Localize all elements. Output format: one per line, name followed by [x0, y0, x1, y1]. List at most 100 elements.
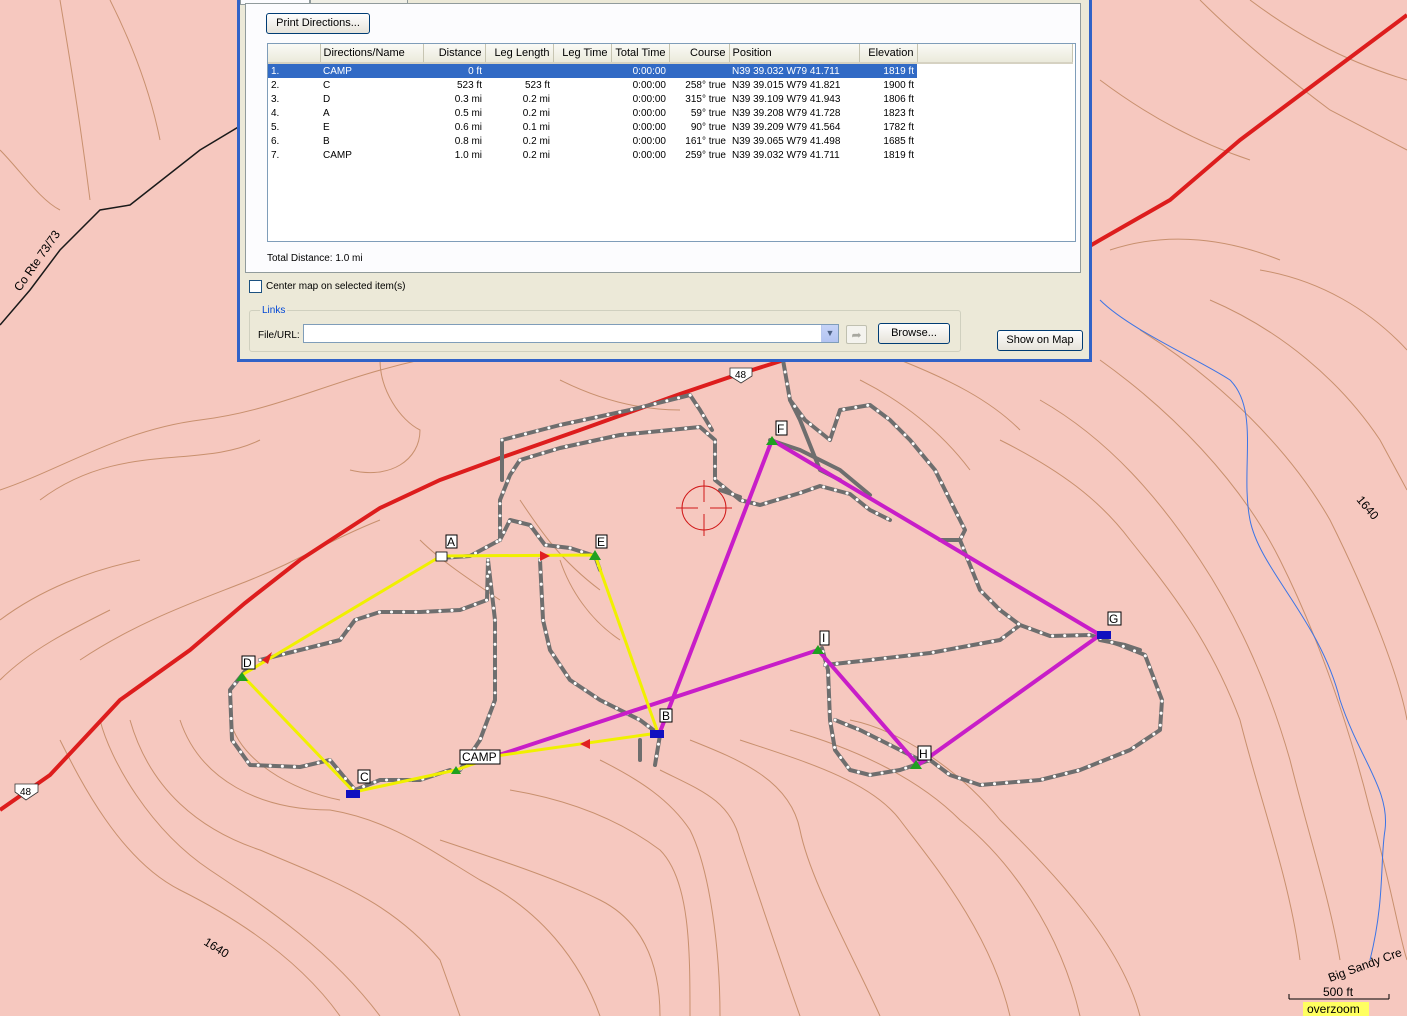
- cell-distance: 0 ft: [423, 63, 485, 78]
- cell-leg-length: 0.2 mi: [522, 107, 550, 119]
- svg-text:F: F: [777, 422, 784, 436]
- file-url-input[interactable]: ▼: [303, 324, 839, 343]
- cell-num: 6.: [271, 135, 280, 147]
- cell-filler: [917, 148, 1072, 162]
- cell-position: N39 39.015 W79 41.821: [732, 79, 841, 91]
- cell-leg-time: [553, 106, 611, 120]
- table-row[interactable]: 3. D 0.3 mi 0.2 mi 0:00:00 315° true N39 39.10…: [268, 92, 1072, 106]
- directions-tab-page: Print Directions... Directions/Name Dist…: [245, 3, 1081, 273]
- cell-course: [669, 63, 729, 78]
- cell-elevation: 1819 ft: [859, 63, 917, 78]
- cell-elevation: 1819 ft: [883, 149, 914, 161]
- table-row[interactable]: 2. C 523 ft 523 ft 0:00:00 258° true N39 39.01…: [268, 78, 1072, 92]
- svg-text:C: C: [360, 770, 369, 784]
- cell-leg-length: 0.2 mi: [522, 135, 550, 147]
- column-header-filler: [917, 44, 1073, 64]
- total-distance: Total Distance: 1.0 mi: [267, 253, 363, 264]
- column-header-course[interactable]: Course: [669, 44, 730, 64]
- cell-leg-time: [553, 148, 611, 162]
- cell-position: N39 39.032 W79 41.711: [732, 149, 840, 161]
- svg-text:D: D: [243, 656, 252, 670]
- table-row[interactable]: 7. CAMP 1.0 mi 0.2 mi 0:00:00 259° true N39 39…: [268, 148, 1072, 162]
- cell-num: 7.: [271, 149, 280, 161]
- cell-leg-time: [553, 120, 611, 134]
- cell-filler: [917, 78, 1072, 92]
- cell-elevation: 1782 ft: [883, 121, 914, 133]
- cell-name: B: [323, 135, 330, 147]
- go-arrow-icon[interactable]: ➦: [846, 325, 867, 344]
- cell-filler: [917, 63, 1072, 78]
- table-row[interactable]: 4. A 0.5 mi 0.2 mi 0:00:00 59° true N39 39.208…: [268, 106, 1072, 120]
- cell-total-time: 0:00:00: [632, 149, 666, 161]
- cell-distance: 0.8 mi: [454, 135, 482, 147]
- cell-num: 5.: [271, 121, 280, 133]
- cell-position: N39 39.208 W79 41.728: [732, 107, 841, 119]
- table-row[interactable]: 6. B 0.8 mi 0.2 mi 0:00:00 161° true N39 39.06…: [268, 134, 1072, 148]
- chevron-down-icon[interactable]: ▼: [821, 325, 838, 342]
- print-directions-button[interactable]: Print Directions...: [266, 13, 370, 34]
- center-map-row[interactable]: Center map on selected item(s): [249, 280, 406, 293]
- file-url-label: File/URL:: [258, 330, 300, 341]
- svg-text:A: A: [447, 535, 455, 549]
- cell-num: 3.: [271, 93, 280, 105]
- column-header-distance[interactable]: Distance: [423, 44, 486, 64]
- cell-leg-length: 523 ft: [524, 79, 550, 91]
- svg-text:48: 48: [20, 787, 32, 798]
- cell-distance: 0.6 mi: [454, 121, 482, 133]
- cell-course: 259° true: [685, 149, 726, 161]
- cell-distance: 1.0 mi: [454, 149, 482, 161]
- cell-leg-time: [553, 92, 611, 106]
- show-on-map-button[interactable]: Show on Map: [997, 330, 1083, 351]
- table-row[interactable]: 5. E 0.6 mi 0.1 mi 0:00:00 90° true N39 39.209…: [268, 120, 1072, 134]
- cell-leg-length: 0.2 mi: [522, 93, 550, 105]
- cell-total-time: 0:00:00: [632, 121, 666, 133]
- cell-distance: 0.5 mi: [454, 107, 482, 119]
- route-properties-dialog: Print Directions... Directions/Name Dist…: [237, 0, 1092, 362]
- table-row[interactable]: 1. CAMP 0 ft 0:00:00 N39 39.032 W79 41.711 18…: [268, 63, 1072, 78]
- svg-text:E: E: [597, 535, 605, 549]
- cell-position: N39 39.032 W79 41.711: [729, 63, 859, 78]
- column-header-number[interactable]: [268, 44, 321, 64]
- cell-position: N39 39.109 W79 41.943: [732, 93, 841, 105]
- cell-leg-time: [553, 78, 611, 92]
- cell-num: 2.: [271, 79, 280, 91]
- svg-text:overzoom: overzoom: [1307, 1002, 1360, 1016]
- cell-num: 1.: [268, 63, 320, 78]
- column-header-leg-time[interactable]: Leg Time: [553, 44, 612, 64]
- column-header-elevation[interactable]: Elevation: [859, 44, 918, 64]
- cell-leg-length: 0.2 mi: [522, 149, 550, 161]
- column-header-leg-length[interactable]: Leg Length: [485, 44, 554, 64]
- cell-course: 315° true: [685, 93, 726, 105]
- svg-text:G: G: [1109, 612, 1118, 626]
- cell-position: N39 39.065 W79 41.498: [732, 135, 841, 147]
- cell-elevation: 1806 ft: [883, 93, 914, 105]
- column-header-name[interactable]: Directions/Name: [320, 44, 424, 64]
- cell-name: D: [323, 93, 331, 105]
- cell-total-time: 0:00:00: [632, 93, 666, 105]
- cell-total-time: 0:00:00: [632, 135, 666, 147]
- cell-distance: 523 ft: [456, 79, 482, 91]
- cell-elevation: 1685 ft: [883, 135, 914, 147]
- cell-course: 90° true: [690, 121, 726, 133]
- center-map-checkbox[interactable]: [249, 280, 262, 293]
- svg-text:B: B: [662, 709, 670, 723]
- column-header-position[interactable]: Position: [729, 44, 860, 64]
- svg-text:CAMP: CAMP: [462, 750, 497, 764]
- directions-table[interactable]: Directions/Name Distance Leg Length Leg …: [267, 43, 1076, 242]
- cell-name: A: [323, 107, 330, 119]
- cell-filler: [917, 92, 1072, 106]
- cell-position: N39 39.209 W79 41.564: [732, 121, 841, 133]
- cell-name: C: [323, 79, 331, 91]
- column-header-total-time[interactable]: Total Time: [611, 44, 670, 64]
- cell-name: CAMP: [323, 149, 352, 161]
- cell-num: 4.: [271, 107, 280, 119]
- cell-elevation: 1823 ft: [883, 107, 914, 119]
- cell-name: CAMP: [320, 63, 423, 78]
- svg-text:48: 48: [735, 370, 747, 381]
- center-map-label: Center map on selected item(s): [266, 281, 406, 292]
- cell-filler: [917, 120, 1072, 134]
- cell-leg-time: [553, 134, 611, 148]
- browse-button[interactable]: Browse...: [878, 323, 950, 344]
- cell-leg-time: [553, 63, 611, 78]
- cell-name: E: [323, 121, 330, 133]
